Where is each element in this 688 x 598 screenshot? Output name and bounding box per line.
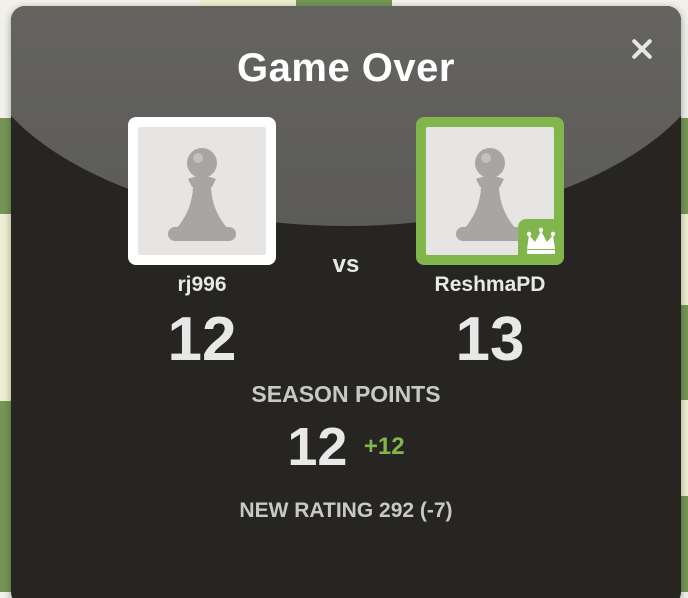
season-points-value: 12 bbox=[287, 417, 348, 477]
player-right-name[interactable]: ReshmaPD bbox=[390, 273, 590, 297]
player-left-avatar[interactable] bbox=[128, 117, 276, 265]
close-icon[interactable] bbox=[627, 34, 657, 64]
game-over-modal: Game Over rj996 12 vs ReshmaPD 13 SEASON… bbox=[11, 6, 681, 598]
season-points-label: SEASON POINTS bbox=[251, 381, 441, 407]
season-points-row: 12 +12 bbox=[11, 416, 681, 478]
modal-title: Game Over bbox=[237, 46, 455, 90]
player-left-score: 12 bbox=[167, 305, 237, 374]
crown-icon bbox=[518, 219, 564, 265]
season-points-delta: +12 bbox=[363, 433, 405, 460]
player-right: ReshmaPD 13 bbox=[390, 117, 590, 371]
new-rating: NEW RATING 292 (-7) bbox=[239, 499, 453, 522]
player-right-score: 13 bbox=[455, 305, 525, 374]
player-left: rj996 12 bbox=[102, 117, 302, 371]
pawn-icon bbox=[138, 127, 266, 255]
player-right-avatar[interactable] bbox=[416, 117, 564, 265]
